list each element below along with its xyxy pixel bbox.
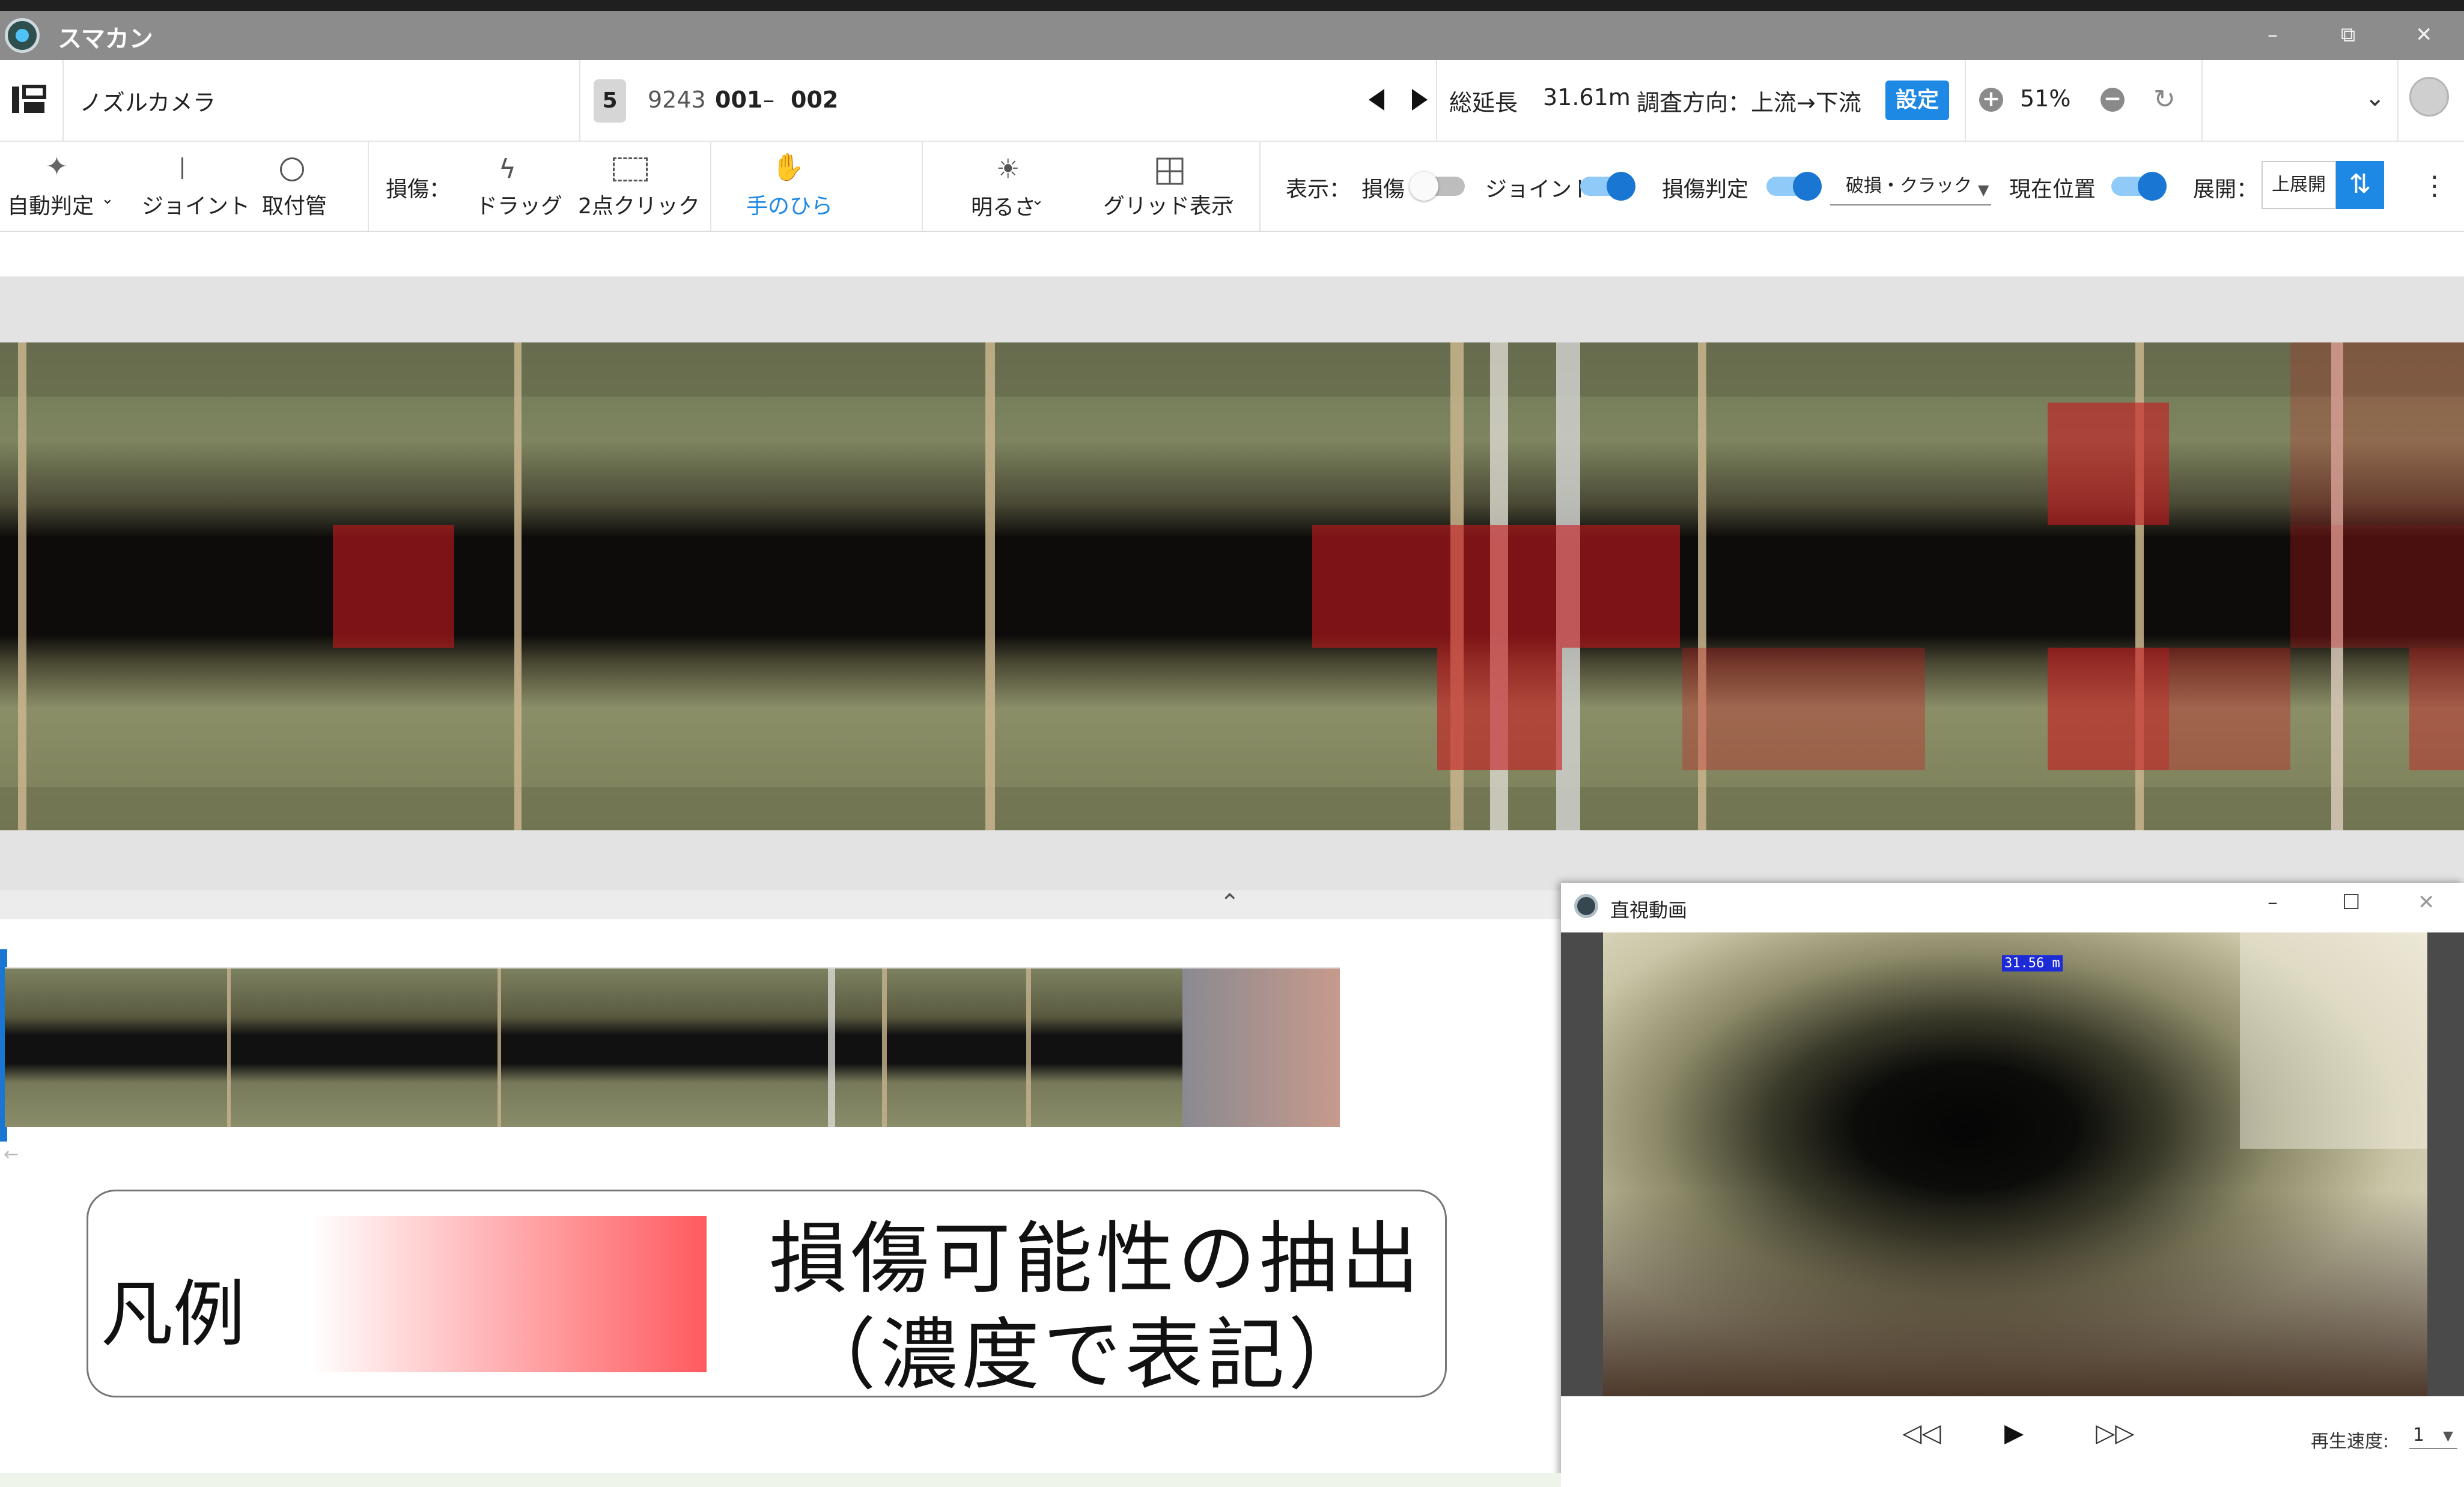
panel-splitter[interactable] [0, 890, 1562, 919]
panorama-bottom-margin [0, 830, 2464, 890]
divider [710, 142, 711, 231]
two-point-click-button[interactable]: 2点クリック [578, 189, 700, 220]
video-player[interactable] [1603, 932, 2427, 1396]
restore-button[interactable]: ⧉ [2341, 23, 2355, 47]
legend-title: 凡例 [101, 1273, 245, 1357]
header-bar [0, 60, 2464, 142]
chevron-down-icon: ⌄ [101, 190, 114, 208]
sidebar-toggle-icon[interactable] [11, 84, 47, 118]
next-span-icon[interactable] [1411, 88, 1429, 114]
divider [922, 142, 923, 231]
joint-toggle[interactable] [1580, 172, 1635, 201]
sun-icon: ☀ [996, 154, 1020, 184]
survey-id: 9243 [648, 87, 706, 113]
swap-expand-icon[interactable]: ⇅ [2336, 161, 2384, 209]
current-position-toggle[interactable] [2111, 172, 2167, 201]
reset-zoom-icon[interactable]: ↻ [2153, 84, 2176, 115]
left-arrow-icon[interactable]: ← [4, 1144, 19, 1165]
pipe-unrolled-image[interactable] [0, 342, 2464, 830]
brightness-button[interactable]: 明るさ [971, 190, 1036, 221]
playback-speed-label: 再生速度: [2311, 1431, 2389, 1452]
damage-judge-toggle[interactable] [1766, 172, 1822, 201]
survey-number-badge: 5 [594, 79, 626, 123]
span-to: 002 [791, 87, 839, 113]
total-length-value: 31.61m [1543, 84, 1631, 111]
camera-label: ノズルカメラ [79, 90, 216, 116]
chevron-down-icon[interactable]: ⌄ [2365, 84, 2385, 112]
distance-overlay: 31.56 m [2002, 955, 2063, 972]
lightning-icon: ϟ [499, 154, 517, 184]
display-label: 表示： [1286, 177, 1351, 202]
rewind-button[interactable]: ◁◁ [1902, 1418, 1941, 1447]
expand-mode-select[interactable]: 上展開 [2262, 161, 2336, 209]
grid-display-button[interactable]: グリッド表示 [1103, 189, 1233, 220]
fast-forward-button[interactable]: ▷▷ [2096, 1418, 2135, 1447]
title-bar [0, 11, 2464, 60]
joint-icon [181, 157, 183, 179]
auto-detect-button[interactable]: 自動判定 [7, 189, 94, 220]
close-button[interactable]: ✕ [2415, 23, 2433, 47]
dropdown-arrow-icon: ▼ [1978, 181, 1989, 198]
damage-judge-toggle-label: 損傷判定 [1662, 177, 1749, 202]
joint-toggle-label: ジョイント [1485, 177, 1594, 202]
avatar[interactable] [2409, 77, 2449, 117]
damage-toggle-label: 損傷 [1361, 177, 1405, 202]
current-position-toggle-label: 現在位置 [2009, 177, 2096, 202]
zoom-level: 51% [2020, 85, 2071, 112]
span-from: 001 [715, 87, 763, 113]
more-menu-icon[interactable]: ⋮ [2421, 171, 2448, 201]
divider [62, 60, 64, 141]
play-button[interactable]: ▶ [2004, 1418, 2024, 1447]
chevron-down-icon: ⌄ [1031, 191, 1044, 209]
chevron-up-icon[interactable]: ⌃ [1220, 889, 1240, 917]
prev-span-icon[interactable] [1367, 88, 1386, 114]
total-length-label: 総延長 [1449, 90, 1518, 116]
panorama-top-margin [0, 276, 2464, 342]
video-maximize-icon[interactable]: ☐ [2342, 890, 2360, 914]
bottom-status-strip [0, 1473, 1561, 1487]
divider [1436, 60, 1437, 141]
damage-toggle[interactable] [1410, 172, 1465, 201]
legend-description-line2: （濃度で表記） [798, 1309, 1370, 1400]
legend-gradient [310, 1216, 707, 1372]
divider [1965, 60, 1966, 141]
hand-icon: ✋ [771, 152, 805, 183]
settings-button[interactable]: 設定 [1885, 81, 1949, 120]
pipe-overview-thumbnail[interactable] [5, 967, 1340, 1127]
video-window-title: 直視動画 [1610, 899, 1688, 922]
survey-direction: 調査方向：上流→下流 [1637, 90, 1861, 116]
damage-type-select[interactable]: 破損・クラック [1830, 168, 1991, 205]
app-logo-icon [5, 18, 40, 53]
chevron-down-icon: ⌄ [1223, 190, 1237, 208]
video-app-icon [1574, 894, 1598, 918]
divider [2201, 60, 2203, 141]
hand-tool-button[interactable]: 手のひら [746, 189, 833, 220]
divider [2397, 60, 2399, 141]
zoom-out-icon[interactable]: − [2100, 88, 2125, 112]
dropdown-arrow-icon: ▼ [2443, 1429, 2453, 1444]
divider [579, 60, 580, 141]
zoom-in-icon[interactable]: + [1979, 88, 2003, 112]
grid-icon [1156, 157, 1184, 187]
damage-label: 損傷： [386, 177, 451, 202]
video-minimize-button[interactable]: – [2268, 890, 2278, 914]
video-close-button[interactable]: ✕ [2418, 890, 2435, 914]
expand-label: 展開： [2193, 177, 2259, 202]
two-point-icon [613, 157, 648, 181]
joint-tool-button[interactable]: ジョイント [142, 189, 250, 220]
circle-icon [280, 157, 304, 181]
divider [1259, 142, 1261, 231]
drag-button[interactable]: ドラッグ [476, 189, 562, 220]
window-top-edge [0, 0, 2464, 11]
fitting-pipe-button[interactable]: 取付管 [262, 189, 327, 220]
app-title: スマカン [58, 25, 153, 53]
sparkle-icon: ✦ [46, 151, 68, 182]
span-dash: – [763, 87, 774, 113]
divider [368, 142, 369, 231]
minimize-button[interactable]: – [2268, 23, 2278, 47]
